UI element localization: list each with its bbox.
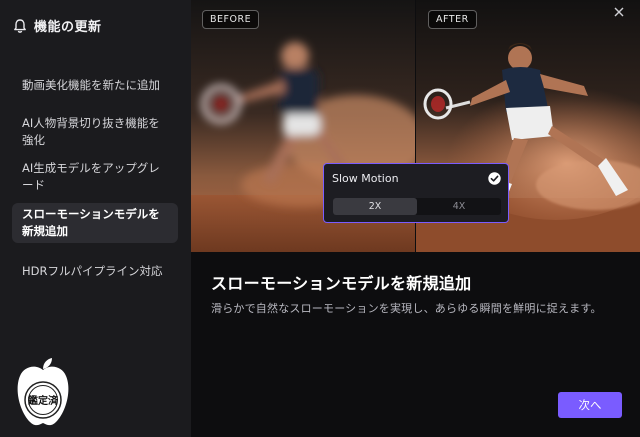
- sidebar-title: 機能の更新: [34, 20, 102, 35]
- slow-motion-panel: Slow Motion 2X 4X: [323, 163, 509, 223]
- badge-text: 鑑定済: [28, 394, 59, 407]
- before-label: BEFORE: [202, 10, 260, 29]
- feature-description: 滑らかで自然なスローモーションを実現し、あらゆる瞬間を鮮明に捉えます。: [211, 302, 602, 315]
- feature-title: スローモーションモデルを新規追加: [211, 274, 472, 293]
- next-button[interactable]: 次へ: [558, 392, 622, 418]
- sidebar-header: 機能の更新: [12, 16, 102, 35]
- sidebar-item-video-beautify[interactable]: 動画美化機能を新たに追加: [12, 74, 178, 97]
- close-icon[interactable]: [612, 5, 626, 19]
- sidebar-item-label: AI生成モデルをアップグレード: [22, 161, 160, 192]
- sidebar-item-label: AI人物背景切り抜き機能を強化: [22, 116, 160, 147]
- sidebar-item-ai-cutout[interactable]: AI人物背景切り抜き機能を強化: [12, 112, 178, 152]
- speed-selector: 2X 4X: [333, 198, 501, 215]
- slow-motion-title: Slow Motion: [332, 172, 399, 185]
- apple-appraisal-badge: 鑑定済: [17, 358, 69, 426]
- speed-option-2x[interactable]: 2X: [333, 198, 417, 215]
- sidebar-item-slow-motion[interactable]: スローモーションモデルを新規追加: [12, 203, 178, 243]
- speed-option-4x[interactable]: 4X: [417, 198, 501, 215]
- sidebar-item-label: スローモーションモデルを新規追加: [22, 207, 160, 238]
- after-label: AFTER: [428, 10, 477, 29]
- sidebar-item-label: HDRフルパイプライン対応: [22, 264, 163, 278]
- bell-icon: [14, 18, 26, 33]
- sidebar-item-ai-model[interactable]: AI生成モデルをアップグレード: [12, 157, 178, 197]
- sidebar-item-hdr[interactable]: HDRフルパイプライン対応: [12, 260, 178, 283]
- check-circle-icon[interactable]: [488, 172, 501, 185]
- sidebar-item-label: 動画美化機能を新たに追加: [22, 78, 160, 92]
